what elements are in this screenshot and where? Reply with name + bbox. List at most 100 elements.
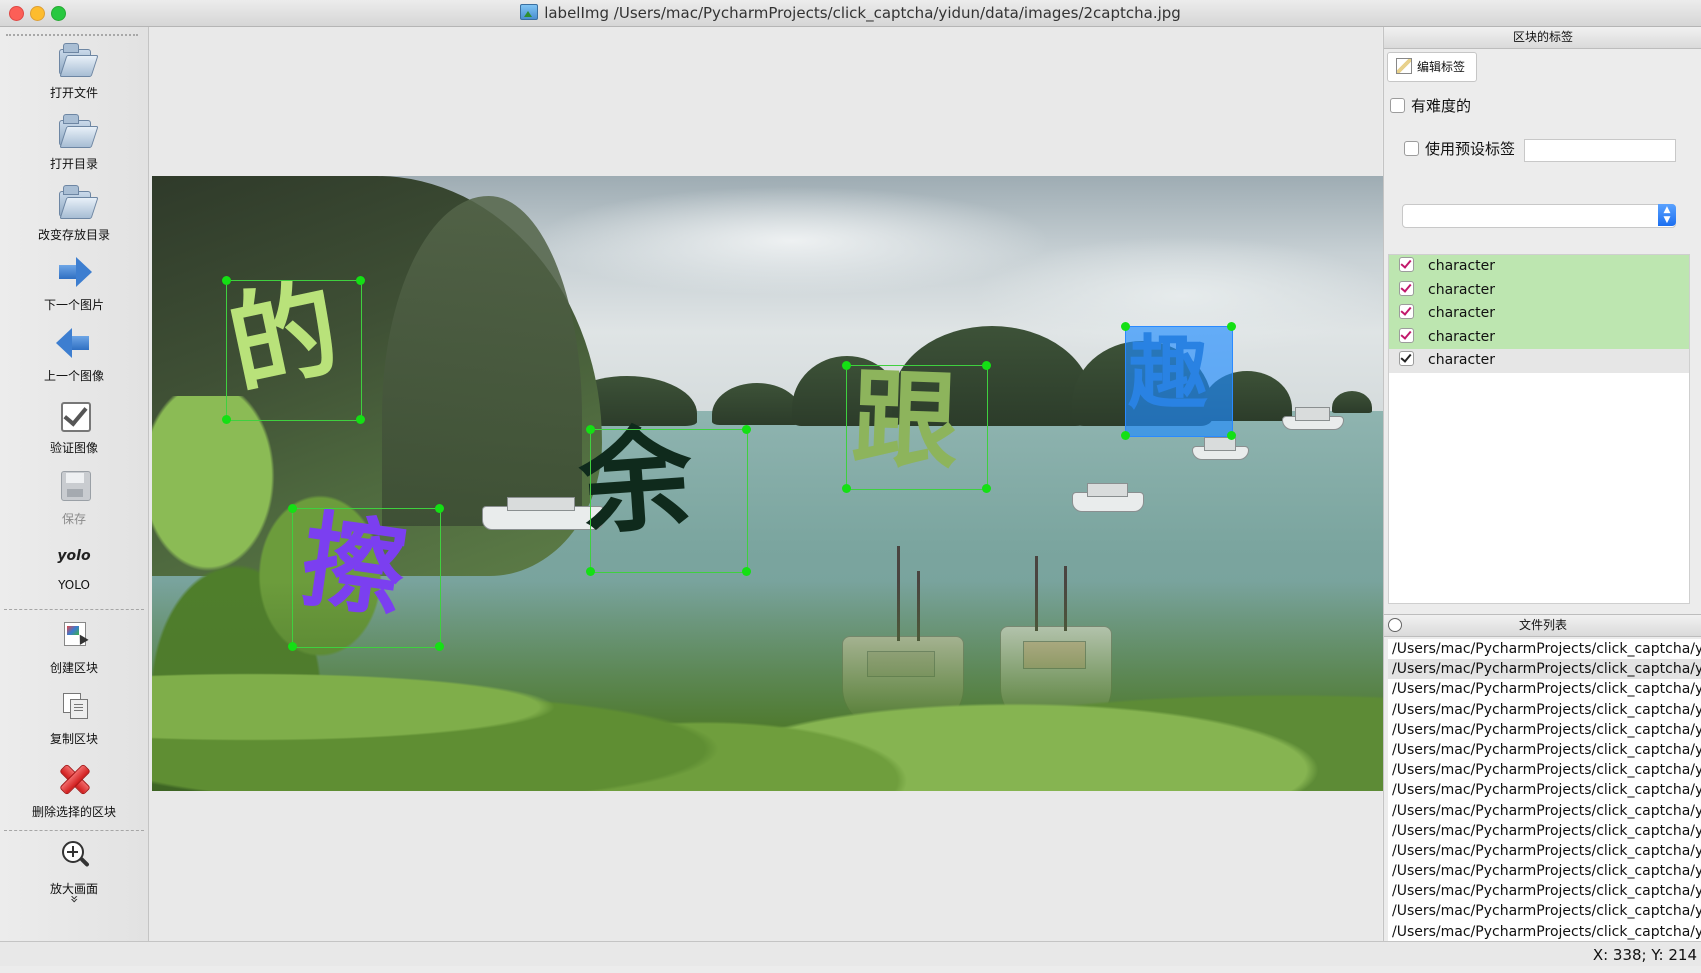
verify-image-button[interactable]: 验证图像 — [0, 394, 148, 456]
difficult-checkbox[interactable] — [1390, 98, 1405, 113]
window-title-wrap: labelImg /Users/mac/PycharmProjects/clic… — [0, 4, 1701, 22]
prev-image-button[interactable]: 上一个图像 — [0, 322, 148, 384]
edit-label-text: 编辑标签 — [1417, 60, 1466, 74]
file-list-item[interactable]: /Users/mac/PycharmProjects/click_captcha… — [1388, 922, 1701, 941]
label-visible-checkbox[interactable] — [1399, 280, 1414, 296]
label-visible-checkbox[interactable] — [1399, 327, 1414, 343]
box-corner-handle[interactable] — [842, 361, 851, 370]
default-label-input[interactable] — [1524, 139, 1676, 162]
change-save-dir-label: 改变存放目录 — [37, 228, 110, 242]
box-corner-handle[interactable] — [982, 361, 991, 370]
arrow-right-icon — [54, 251, 94, 291]
box-corner-handle[interactable] — [435, 642, 444, 651]
box-corner-handle[interactable] — [842, 484, 851, 493]
file-list-item[interactable]: /Users/mac/PycharmProjects/click_captcha… — [1388, 861, 1701, 881]
edit-pencil-icon — [1396, 58, 1412, 74]
checkbox-verify-icon — [54, 394, 94, 434]
toolbar-grip[interactable] — [6, 34, 138, 36]
box-corner-handle[interactable] — [356, 276, 365, 285]
label-visible-checkbox[interactable] — [1399, 257, 1414, 272]
box-corner-handle[interactable] — [288, 504, 297, 513]
label-list-item[interactable]: character — [1389, 325, 1689, 350]
use-default-label-row[interactable]: 使用预设标签 — [1404, 138, 1515, 159]
label-visible-checkbox[interactable] — [1399, 351, 1414, 367]
right-dock: 区块的标签 编辑标签 有难度的 使用预设标签 ▲ ▼ character char… — [1383, 27, 1701, 941]
copy-box-label: 复制区块 — [49, 732, 98, 746]
open-dir-button[interactable]: 打开目录 — [0, 110, 148, 172]
file-list-item[interactable]: /Users/mac/PycharmProjects/click_captcha… — [1388, 801, 1701, 821]
box-corner-handle[interactable] — [435, 504, 444, 513]
label-list-item[interactable]: character — [1389, 278, 1689, 303]
bounding-box[interactable] — [288, 504, 444, 651]
box-corner-handle[interactable] — [982, 484, 991, 493]
file-list-item-selected[interactable]: /Users/mac/PycharmProjects/click_captcha… — [1388, 659, 1701, 680]
label-visible-checkbox[interactable] — [1399, 304, 1414, 320]
boat — [1192, 437, 1249, 460]
use-default-label-checkbox[interactable] — [1404, 141, 1419, 156]
label-text: character — [1428, 281, 1496, 298]
cursor-coordinates: X: 338; Y: 214 — [1592, 946, 1697, 964]
file-list-item[interactable]: /Users/mac/PycharmProjects/click_captcha… — [1388, 679, 1701, 699]
file-list-item[interactable]: /Users/mac/PycharmProjects/click_captcha… — [1388, 740, 1701, 760]
open-file-button[interactable]: 打开文件 — [0, 39, 148, 101]
box-corner-handle[interactable] — [742, 425, 751, 434]
toolbar: 打开文件 打开目录 改变存放目录 下一个图片 上一个图像 验证图像 保存 yol… — [0, 27, 149, 941]
arrow-left-icon — [54, 322, 94, 362]
next-image-button[interactable]: 下一个图片 — [0, 251, 148, 313]
label-list-item-selected[interactable]: character — [1389, 349, 1689, 373]
captcha-image[interactable]: 的 余 跟 擦 趣 — [152, 176, 1383, 791]
folder-open-icon — [54, 110, 99, 150]
file-list-item[interactable]: /Users/mac/PycharmProjects/click_captcha… — [1388, 720, 1701, 740]
file-list-item[interactable]: /Users/mac/PycharmProjects/click_captcha… — [1388, 901, 1701, 921]
box-labels-dock-title[interactable]: 区块的标签 — [1384, 27, 1701, 49]
edit-label-button[interactable]: 编辑标签 — [1387, 52, 1477, 82]
box-corner-handle[interactable] — [356, 415, 365, 424]
file-list-item[interactable]: /Users/mac/PycharmProjects/click_captcha… — [1388, 821, 1701, 841]
box-corner-handle[interactable] — [586, 425, 595, 434]
label-text: character — [1428, 352, 1496, 369]
label-combo-box[interactable]: ▲ ▼ — [1402, 204, 1676, 228]
box-corner-handle[interactable] — [1121, 431, 1130, 440]
file-list-item[interactable]: /Users/mac/PycharmProjects/click_captcha… — [1388, 881, 1701, 901]
box-corner-handle[interactable] — [288, 642, 297, 651]
create-box-button[interactable]: 创建区块 — [0, 614, 148, 676]
create-box-icon — [54, 614, 94, 654]
file-list-dock-title[interactable]: 文件列表 — [1384, 614, 1701, 637]
delete-box-button[interactable]: 删除选择的区块 — [0, 758, 148, 820]
file-list-item[interactable]: /Users/mac/PycharmProjects/click_captcha… — [1388, 700, 1701, 720]
file-list-item[interactable]: /Users/mac/PycharmProjects/click_captcha… — [1388, 780, 1701, 800]
file-list-item[interactable]: /Users/mac/PycharmProjects/click_captcha… — [1388, 639, 1701, 659]
copy-box-button[interactable]: 复制区块 — [0, 685, 148, 747]
folder-open-icon — [54, 39, 99, 79]
app-icon — [520, 4, 539, 20]
bounding-box[interactable] — [222, 276, 365, 424]
box-corner-handle[interactable] — [1227, 431, 1236, 440]
selected-bounding-box[interactable] — [1121, 322, 1236, 440]
file-list-item[interactable]: /Users/mac/PycharmProjects/click_captcha… — [1388, 841, 1701, 861]
difficult-checkbox-row[interactable]: 有难度的 — [1390, 95, 1471, 116]
box-corner-handle[interactable] — [222, 415, 231, 424]
window-title: labelImg /Users/mac/PycharmProjects/clic… — [544, 4, 1181, 22]
save-button[interactable]: 保存 — [0, 465, 148, 527]
prev-image-label: 上一个图像 — [43, 369, 104, 383]
change-save-dir-button[interactable]: 改变存放目录 — [0, 181, 148, 243]
status-bar: X: 338; Y: 214 — [0, 941, 1701, 966]
bounding-box[interactable] — [586, 425, 751, 576]
boat — [1072, 483, 1144, 512]
box-corner-handle[interactable] — [1121, 322, 1130, 331]
box-corner-handle[interactable] — [586, 567, 595, 576]
copy-icon — [54, 685, 94, 725]
combo-arrows-icon[interactable]: ▲ ▼ — [1658, 204, 1676, 226]
box-corner-handle[interactable] — [1227, 322, 1236, 331]
file-list-item[interactable]: /Users/mac/PycharmProjects/click_captcha… — [1388, 760, 1701, 780]
label-list-item[interactable]: character — [1389, 302, 1689, 326]
dock-float-icon[interactable] — [1388, 618, 1402, 632]
label-list-item[interactable]: character — [1389, 255, 1689, 279]
yolo-format-button[interactable]: yolo YOLO — [0, 536, 148, 592]
bounding-box[interactable] — [842, 361, 991, 493]
label-list: character character character character … — [1388, 254, 1690, 604]
box-corner-handle[interactable] — [742, 567, 751, 576]
box-corner-handle[interactable] — [222, 276, 231, 285]
toolbar-separator — [4, 609, 144, 610]
delete-x-icon — [54, 758, 94, 798]
